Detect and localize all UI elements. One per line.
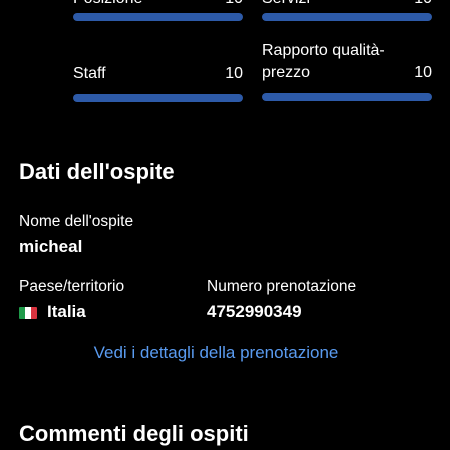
guest-name-label: Nome dell'ospite (19, 213, 134, 230)
score-label: Staff (73, 65, 106, 82)
score-bar (73, 94, 243, 102)
score-staff: Staff 10 (73, 63, 243, 102)
country-label: Paese/territorio (19, 278, 125, 295)
view-booking-details-link[interactable]: Vedi i dettagli della prenotazione (0, 343, 432, 363)
score-value: 10 (414, 0, 432, 10)
score-bar-fill (262, 93, 432, 101)
score-label: Servizi (262, 0, 406, 10)
country-value: Italia (47, 302, 86, 321)
guest-name-value: micheal (19, 237, 83, 256)
booking-number-value: 4752990349 (207, 302, 302, 321)
score-bar-fill (262, 13, 432, 21)
score-label: Posizione (73, 0, 217, 10)
score-bar-fill (73, 94, 243, 102)
score-label: Rapporto qualità-prezzo (262, 42, 385, 81)
score-bar-fill (73, 13, 243, 21)
score-bar (73, 13, 243, 21)
score-value: 10 (414, 64, 432, 81)
country-value-row: Italia (19, 302, 86, 322)
guest-data-title: Dati dell'ospite (19, 159, 175, 184)
booking-number-label: Numero prenotazione (207, 278, 357, 295)
score-value: 10 (225, 0, 243, 10)
score-value: 10 (225, 65, 243, 82)
score-value-for-money: Rapporto qualità-prezzo 10 (262, 40, 432, 101)
score-bar (262, 93, 432, 101)
italy-flag-icon (19, 306, 37, 319)
score-bar (262, 13, 432, 21)
score-facilities: Servizi 10 (262, 0, 432, 21)
guest-comments-title: Commenti degli ospiti (19, 421, 249, 446)
score-position: Posizione 10 (73, 0, 243, 21)
